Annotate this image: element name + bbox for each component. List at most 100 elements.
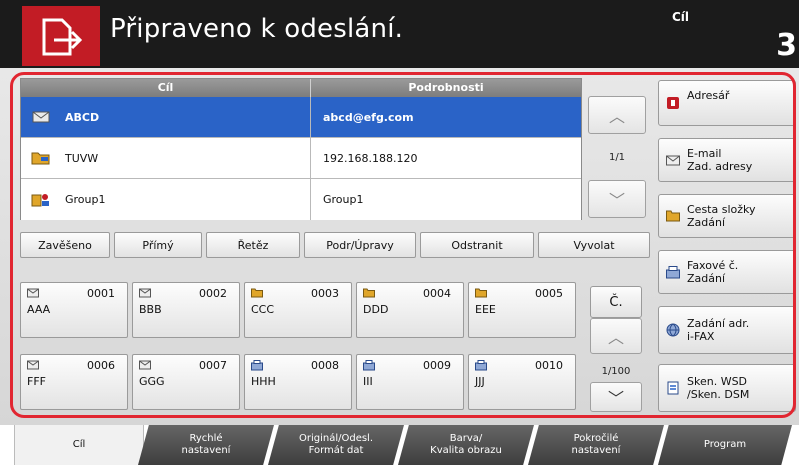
number-search-button[interactable]: Č.	[590, 286, 642, 318]
table-scroll: ︿ 1/1 ﹀	[588, 96, 648, 220]
key-name: EEE	[475, 303, 496, 316]
fax-number-line2: Zadání	[687, 272, 726, 285]
fax-icon	[363, 360, 375, 374]
chevron-up-icon: ︿	[608, 107, 625, 126]
bottom-tabs: Cíl Rychlé nastavení Originál/Odesl. Formá…	[0, 425, 799, 465]
folder-icon	[363, 288, 375, 301]
tab-label: Rychlé nastavení	[182, 433, 231, 457]
tab-label: Cíl	[72, 439, 86, 450]
one-touch-key[interactable]: 0003 CCC	[244, 282, 352, 338]
folder-path-line1: Cesta složky	[687, 203, 756, 216]
destination-table: Cíl Podrobnosti ABCD abcd@efg.com TUVW 1…	[20, 78, 582, 220]
email-icon	[27, 360, 39, 373]
chain-button[interactable]: Řetěz	[206, 232, 300, 258]
email-icon	[139, 288, 151, 301]
header-bar: Připraveno k odeslání. Cíl 3	[0, 0, 799, 68]
key-name: III	[363, 375, 373, 388]
one-touch-key[interactable]: 0004 DDD	[356, 282, 464, 338]
column-header-details[interactable]: Podrobnosti	[311, 79, 581, 97]
table-row[interactable]: TUVW 192.168.188.120	[21, 138, 581, 179]
ifax-address-button[interactable]: Zadání adr. i-FAX	[658, 306, 796, 354]
detail-edit-button[interactable]: Podr/Úpravy	[304, 232, 416, 258]
address-book-icon	[665, 95, 681, 111]
one-touch-key[interactable]: 0001 AAA	[20, 282, 128, 338]
key-number: 0009	[423, 359, 451, 372]
tab-label: Originál/Odesl. Formát dat	[299, 433, 373, 457]
table-scroll-up-button[interactable]: ︿	[588, 96, 646, 134]
table-row[interactable]: Group1 Group1	[21, 179, 581, 220]
table-scroll-down-button[interactable]: ﹀	[588, 180, 646, 218]
send-home-button[interactable]	[22, 6, 100, 66]
chevron-down-icon: ﹀	[608, 191, 625, 210]
one-touch-key[interactable]: 0010 JJJ	[468, 354, 576, 410]
folder-path-label: Cesta složky Zadání	[687, 203, 756, 229]
key-number: 0008	[311, 359, 339, 372]
key-number: 0005	[535, 287, 563, 300]
email-entry-button[interactable]: E-mail Zad. adresy	[658, 138, 796, 182]
destination-actions: Zavěšeno Přímý Řetěz Podr/Úpravy Odstran…	[20, 232, 652, 258]
folder-icon	[31, 150, 51, 166]
key-name: HHH	[251, 375, 276, 388]
tab-label-line1: Originál/Odesl.	[298, 433, 374, 444]
one-touch-key[interactable]: 0005 EEE	[468, 282, 576, 338]
key-number: 0001	[87, 287, 115, 300]
chevron-up-icon: ︿	[607, 328, 624, 347]
address-book-button[interactable]: Adresář	[658, 80, 796, 126]
one-touch-key[interactable]: 0008 HHH	[244, 354, 352, 410]
tab-label-line2: Kvalita obrazu	[430, 445, 502, 456]
email-entry-label: E-mail Zad. adresy	[687, 147, 752, 173]
ifax-address-line2: i-FAX	[687, 330, 715, 343]
keys-page-indicator: 1/100	[601, 366, 631, 377]
chevron-down-icon: ﹀	[607, 389, 624, 408]
ifax-address-label: Zadání adr. i-FAX	[687, 317, 749, 343]
key-name: AAA	[27, 303, 51, 316]
folder-path-button[interactable]: Cesta složky Zadání	[658, 194, 796, 238]
row-detail: 192.168.188.120	[323, 151, 418, 165]
wsd-scan-line2: /Sken. DSM	[687, 388, 750, 401]
destination-count: 3	[776, 28, 797, 63]
fax-number-label: Faxové č. Zadání	[687, 259, 738, 285]
tab-original-send-format[interactable]: Originál/Odesl. Formát dat	[268, 425, 404, 465]
key-name: DDD	[363, 303, 389, 316]
tab-quick-setup[interactable]: Rychlé nastavení	[138, 425, 274, 465]
one-touch-key[interactable]: 0009 III	[356, 354, 464, 410]
tab-advanced-setup[interactable]: Pokročilé nastavení	[528, 425, 664, 465]
tab-color-image-quality[interactable]: Barva/Kvalita obrazu	[398, 425, 534, 465]
table-row[interactable]: ABCD abcd@efg.com	[21, 97, 581, 138]
one-touch-key[interactable]: 0007 GGG	[132, 354, 240, 410]
wsd-scan-button[interactable]: Sken. WSD /Sken. DSM	[658, 364, 796, 412]
direct-button[interactable]: Přímý	[114, 232, 202, 258]
group-icon	[31, 192, 51, 208]
folder-icon	[251, 288, 263, 301]
keys-scroll-down-button[interactable]: ﹀	[590, 382, 642, 412]
delete-button[interactable]: Odstranit	[420, 232, 534, 258]
key-number: 0006	[87, 359, 115, 372]
ifax-address-line1: Zadání adr.	[687, 317, 750, 330]
email-entry-line2: Zad. adresy	[687, 160, 753, 173]
tab-label: Barva/Kvalita obrazu	[430, 433, 502, 457]
key-name: CCC	[251, 303, 275, 316]
email-icon	[139, 360, 151, 373]
tab-destination[interactable]: Cíl	[14, 425, 144, 465]
column-header-destination[interactable]: Cíl	[21, 79, 311, 97]
one-touch-key[interactable]: 0006 FFF	[20, 354, 128, 410]
row-detail: abcd@efg.com	[323, 110, 414, 124]
email-icon	[665, 152, 681, 168]
keys-scroll-up-button[interactable]: ︿	[590, 318, 642, 354]
key-name: GGG	[139, 375, 165, 388]
one-touch-key[interactable]: 0002 BBB	[132, 282, 240, 338]
folder-icon	[475, 288, 487, 301]
folder-path-line2: Zadání	[687, 216, 726, 229]
fax-number-button[interactable]: Faxové č. Zadání	[658, 250, 796, 294]
tab-label-line2: Formát dat	[308, 445, 364, 456]
tab-label-line2: nastavení	[181, 445, 231, 456]
table-page-indicator: 1/1	[608, 152, 626, 163]
address-book-label: Adresář	[687, 88, 730, 102]
key-number: 0007	[199, 359, 227, 372]
row-detail: Group1	[323, 193, 364, 206]
email-icon	[31, 109, 51, 125]
on-hook-button[interactable]: Zavěšeno	[20, 232, 110, 258]
fax-icon	[665, 264, 681, 280]
tab-program[interactable]: Program	[658, 425, 792, 465]
recall-button[interactable]: Vyvolat	[538, 232, 650, 258]
